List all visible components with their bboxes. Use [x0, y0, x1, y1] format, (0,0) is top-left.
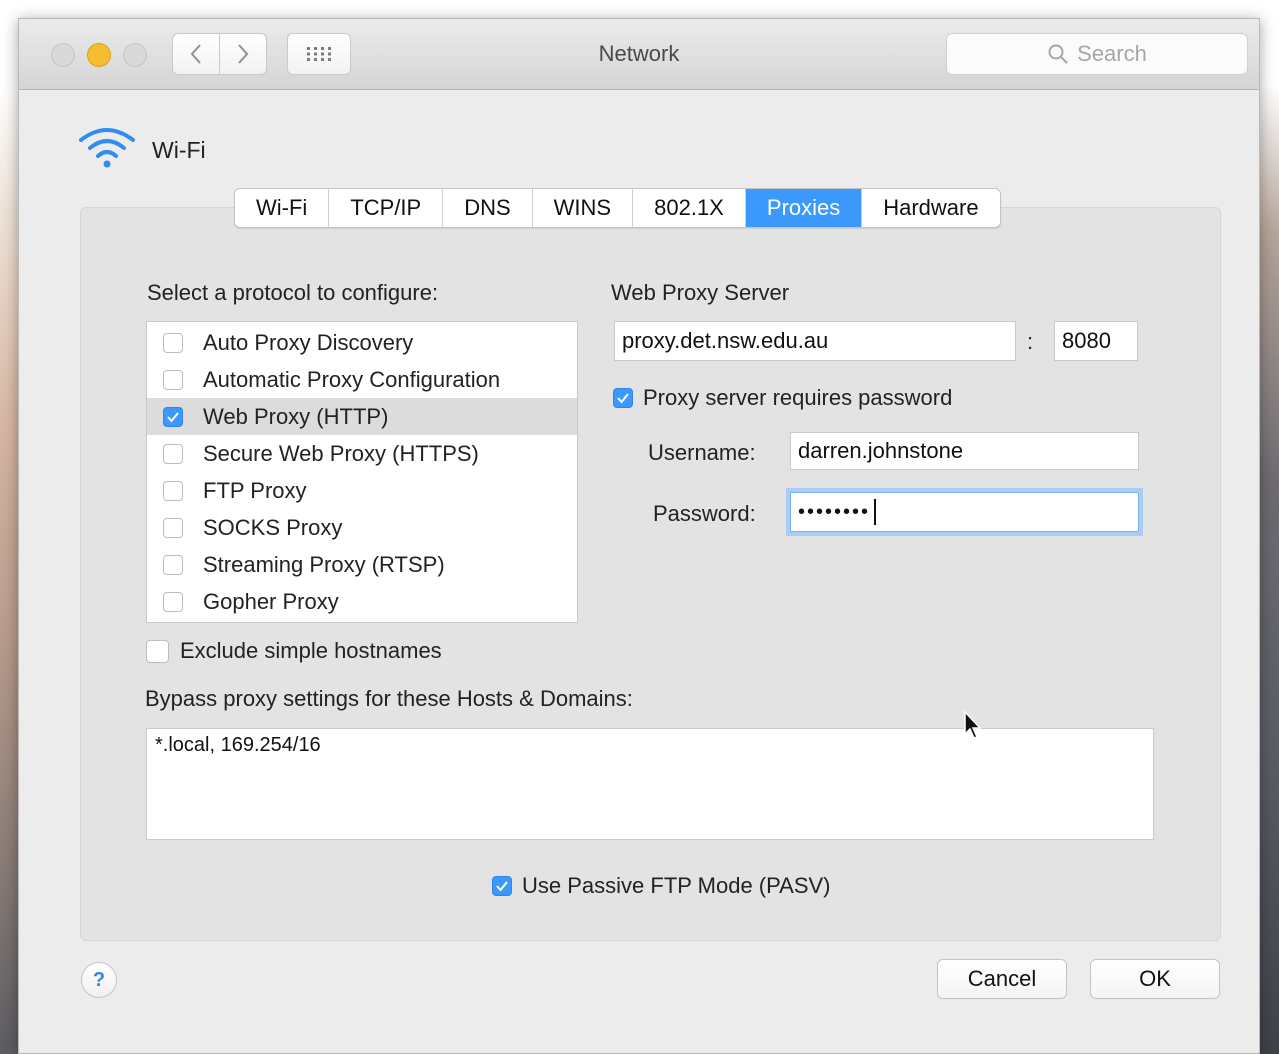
protocol-list: Auto Proxy Discovery Automatic Proxy Conf… [146, 321, 578, 623]
tab-802-1x[interactable]: 802.1X [633, 189, 746, 227]
protocol-item[interactable]: Streaming Proxy (RTSP) [147, 546, 577, 583]
protocol-label: Auto Proxy Discovery [203, 329, 414, 355]
proxy-host-field[interactable]: proxy.det.nsw.edu.au [614, 321, 1016, 361]
requires-password-checkbox[interactable] [613, 388, 633, 408]
checkmark-icon [617, 393, 629, 404]
tab-dns[interactable]: DNS [443, 189, 533, 227]
protocol-checkbox[interactable] [163, 591, 183, 612]
help-button[interactable]: ? [81, 962, 117, 998]
host-port-separator: : [1027, 329, 1034, 354]
protocol-label: Automatic Proxy Configuration [203, 366, 501, 392]
protocol-label: SOCKS Proxy [203, 514, 343, 540]
desktop-background-left [0, 0, 18, 1054]
protocol-checkbox[interactable] [163, 554, 183, 575]
username-label: Username: [648, 440, 756, 465]
mouse-pointer-icon [964, 710, 982, 739]
requires-password-label: Proxy server requires password [643, 385, 953, 410]
protocol-item[interactable]: Gopher Proxy [147, 583, 577, 620]
search-field[interactable]: Search [946, 33, 1248, 75]
protocol-checkbox[interactable] [163, 369, 183, 390]
passive-ftp-label: Use Passive FTP Mode (PASV) [522, 873, 831, 898]
tab-bar: Wi-Fi TCP/IP DNS WINS 802.1X Proxies Har… [234, 188, 1001, 228]
text-caret [874, 499, 877, 525]
network-window: Network Search Wi-Fi Wi-Fi TCP/IP DNS WI… [18, 18, 1260, 1054]
tab-proxies[interactable]: Proxies [745, 189, 863, 227]
password-value: •••••••• [798, 500, 871, 523]
protocol-label: Streaming Proxy (RTSP) [203, 551, 445, 577]
protocol-item[interactable]: Auto Proxy Discovery [147, 324, 577, 361]
exclude-simple-hostnames-row[interactable]: Exclude simple hostnames [146, 638, 442, 664]
password-field[interactable]: •••••••• [790, 492, 1139, 532]
protocol-checkbox[interactable] [163, 406, 183, 427]
wifi-icon [79, 128, 135, 168]
checkmark-icon [496, 881, 508, 892]
protocol-label: Web Proxy (HTTP) [203, 403, 389, 429]
protocol-item[interactable]: FTP Proxy [147, 472, 577, 509]
exclude-simple-hostnames-label: Exclude simple hostnames [180, 638, 442, 663]
protocol-checkbox[interactable] [163, 480, 183, 501]
tab-tcp-ip[interactable]: TCP/IP [329, 189, 444, 227]
protocol-heading: Select a protocol to configure: [147, 280, 439, 305]
bypass-label: Bypass proxy settings for these Hosts & … [145, 686, 633, 711]
protocol-checkbox[interactable] [163, 443, 183, 464]
tab-wi-fi[interactable]: Wi-Fi [235, 189, 330, 227]
bypass-hosts-textarea[interactable]: *.local, 169.254/16 [146, 728, 1154, 840]
exclude-simple-hostnames-checkbox[interactable] [146, 639, 169, 663]
protocol-label: FTP Proxy [203, 477, 307, 503]
cancel-button[interactable]: Cancel [937, 959, 1067, 999]
protocol-checkbox[interactable] [163, 332, 183, 353]
web-proxy-server-heading: Web Proxy Server [611, 280, 790, 305]
protocol-item[interactable]: Secure Web Proxy (HTTPS) [147, 435, 577, 472]
interface-name: Wi-Fi [152, 137, 206, 163]
proxy-port-field[interactable]: 8080 [1054, 321, 1138, 361]
protocol-item[interactable]: Web Proxy (HTTP) [147, 398, 577, 435]
username-field[interactable]: darren.johnstone [790, 432, 1139, 470]
checkmark-icon [167, 411, 179, 423]
ok-button[interactable]: OK [1090, 959, 1220, 999]
tab-hardware[interactable]: Hardware [862, 189, 999, 227]
passive-ftp-checkbox[interactable] [492, 876, 512, 896]
passive-ftp-row[interactable]: Use Passive FTP Mode (PASV) [492, 873, 831, 899]
desktop-background-right [1257, 0, 1279, 1054]
requires-password-checkbox-row[interactable]: Proxy server requires password [613, 385, 952, 411]
protocol-label: Gopher Proxy [203, 588, 339, 614]
title-bar: Network Search [19, 19, 1259, 90]
protocol-item[interactable]: SOCKS Proxy [147, 509, 577, 546]
password-label: Password: [653, 501, 756, 526]
protocol-label: Secure Web Proxy (HTTPS) [203, 440, 479, 466]
protocol-checkbox[interactable] [163, 517, 183, 538]
magnifier-icon [1048, 44, 1068, 64]
search-placeholder: Search [1077, 41, 1147, 66]
tab-wins[interactable]: WINS [533, 189, 634, 227]
protocol-item[interactable]: Automatic Proxy Configuration [147, 361, 577, 398]
